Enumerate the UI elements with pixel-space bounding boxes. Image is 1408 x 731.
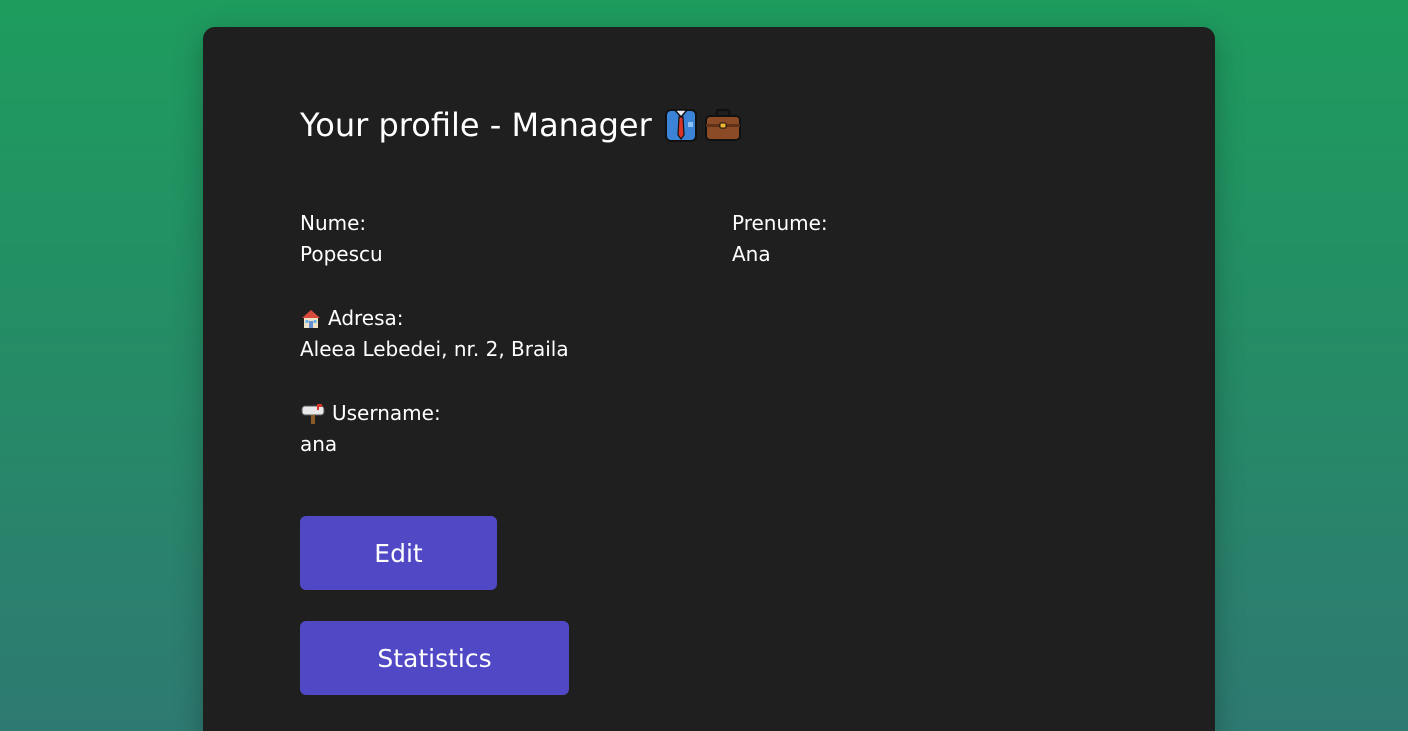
shirt-tie-icon [664,109,697,142]
profile-card: Your profile - Manager Nume: Popescu Pre… [203,27,1215,731]
page-title: Your profile - Manager [300,103,742,147]
house-icon [302,309,320,328]
field-prenume-value: Ana [732,242,771,266]
field-adresa: Adresa: Aleea Lebedei, nr. 2, Braila [300,303,569,365]
field-nume: Nume: Popescu [300,208,383,270]
field-nume-label: Nume: [300,211,367,235]
field-nume-value: Popescu [300,242,383,266]
field-username-label-row: Username: [300,398,441,429]
field-prenume: Prenume: Ana [732,208,828,270]
statistics-button[interactable]: Statistics [300,621,569,695]
page-title-text: Your profile - Manager [300,106,652,144]
field-prenume-label: Prenume: [732,211,828,235]
field-adresa-label-row: Adresa: [300,303,569,334]
title-icons [664,107,742,143]
field-username: Username: ana [300,398,441,460]
briefcase-icon [704,108,741,141]
field-adresa-value: Aleea Lebedei, nr. 2, Braila [300,337,569,361]
field-username-value: ana [300,432,338,456]
mailbox-icon [301,403,325,424]
edit-button[interactable]: Edit [300,516,497,590]
field-username-label: Username: [332,401,441,425]
field-adresa-label: Adresa: [328,306,404,330]
